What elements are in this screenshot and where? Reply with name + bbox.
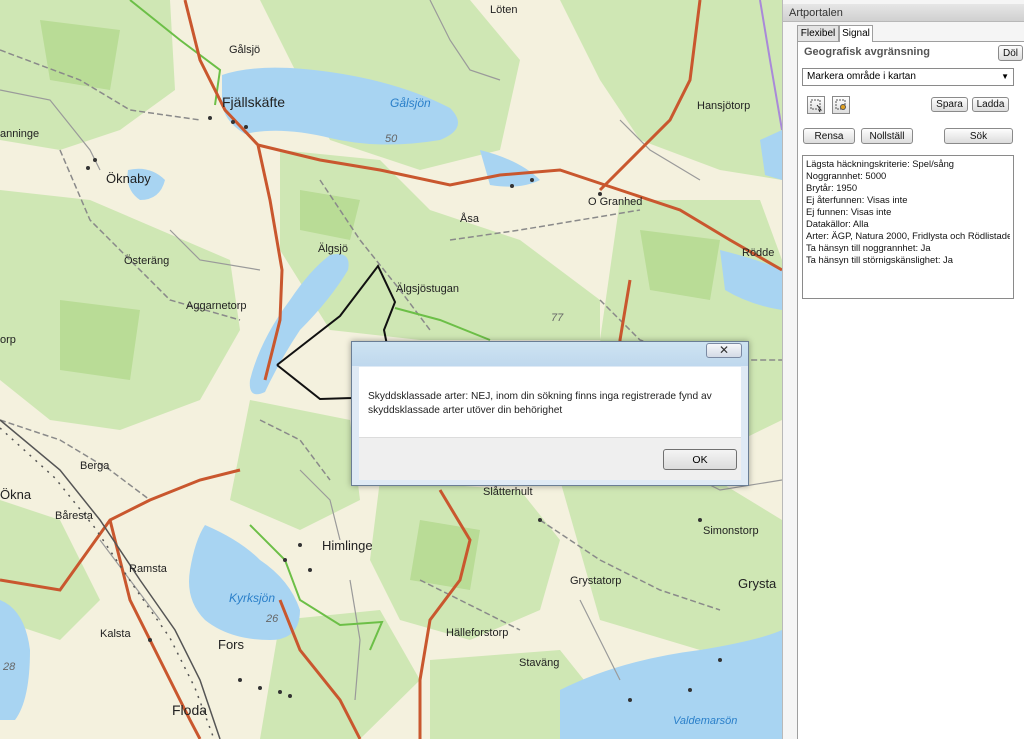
close-button[interactable]: ✕ — [706, 343, 742, 358]
place-label: Åsa — [460, 213, 479, 225]
place-label: Aggarnetorp — [186, 300, 247, 312]
place-label: Älgsjöstugan — [396, 283, 459, 295]
place-label: Valdemarsön — [673, 715, 738, 727]
panel-title: Artportalen — [783, 4, 1024, 22]
place-label: 28 — [3, 661, 16, 673]
criteria-line: Lägsta häckningskriterie: Spel/sång — [806, 158, 955, 169]
criteria-summary: Lägsta häckningskriterie: Spel/sång Noggr… — [802, 155, 1014, 299]
place-label: Kalsta — [100, 628, 131, 640]
place-label: Grystatorp — [570, 575, 622, 587]
place-label: Båresta — [55, 510, 93, 522]
side-panel: Artportalen Flexibel Signal Geografisk a… — [782, 0, 1024, 739]
dialog-message: Skyddsklassade arter: NEJ, inom din sökn… — [368, 391, 712, 416]
place-label: Rödde — [742, 247, 775, 259]
place-label: Hälleforstorp — [446, 627, 509, 639]
edit-polygon-icon — [835, 99, 846, 110]
dialog-footer: OK — [359, 437, 741, 480]
place-label: Berga — [80, 460, 110, 472]
tab-content — [797, 41, 1024, 739]
dialog-titlebar[interactable]: ✕ — [352, 342, 748, 366]
place-label: Gålsjö — [229, 44, 261, 56]
criteria-line: Ej återfunnen: Visas inte — [806, 194, 908, 205]
place-label: Gålsjön — [390, 96, 431, 110]
place-label: Floda — [172, 702, 208, 718]
place-label: Kyrksjön — [229, 591, 276, 605]
place-label: Fjällskäfte — [222, 94, 286, 110]
criteria-line: Ta hänsyn till noggrannhet: Ja — [806, 242, 931, 253]
chevron-down-icon: ▼ — [1001, 72, 1009, 81]
criteria-line: Ta hänsyn till störnigskänslighet: Ja — [806, 254, 953, 265]
load-button[interactable]: Ladda — [972, 97, 1009, 112]
place-label: 77 — [551, 312, 564, 324]
draw-area-button[interactable] — [807, 96, 825, 114]
criteria-line: Noggrannhet: 5000 — [806, 170, 887, 181]
tab-signal[interactable]: Signal — [839, 25, 873, 42]
place-label: Himlinge — [322, 538, 373, 553]
place-label: Ramsta — [129, 563, 167, 575]
save-button[interactable]: Spara — [931, 97, 968, 112]
place-label: Älgsjö — [318, 243, 348, 255]
tab-flexibel[interactable]: Flexibel — [797, 25, 839, 41]
area-select[interactable]: Markera område i kartan ▼ — [802, 68, 1014, 86]
search-button[interactable]: Sök — [944, 128, 1013, 144]
place-label: anninge — [0, 128, 40, 140]
place-label: O Granhed — [588, 196, 643, 208]
criteria-line: Ej funnen: Visas inte — [806, 206, 892, 217]
place-label: Löten — [490, 4, 518, 16]
place-label: Öknaby — [106, 171, 151, 186]
place-label: Fors — [218, 637, 244, 652]
place-label: orp — [0, 334, 16, 346]
reset-button[interactable]: Nollställ — [861, 128, 913, 144]
section-heading: Geografisk avgränsning — [804, 46, 930, 58]
criteria-line: Datakällor: Alla — [806, 218, 869, 229]
place-label: 50 — [385, 133, 398, 145]
ok-button[interactable]: OK — [663, 449, 737, 470]
place-label: Ökna — [0, 487, 32, 502]
criteria-line: Arter: ÄGP, Natura 2000, Fridlysta och R… — [806, 230, 1010, 241]
criteria-line: Brytår: 1950 — [806, 182, 858, 193]
place-label: Grysta — [738, 576, 777, 591]
place-label: Hansjötorp — [697, 100, 751, 112]
draw-polygon-icon — [810, 99, 823, 113]
area-select-value: Markera område i kartan — [807, 71, 916, 82]
dialog-body: Skyddsklassade arter: NEJ, inom din sökn… — [359, 367, 741, 437]
place-label: 26 — [266, 613, 279, 625]
close-icon: ✕ — [718, 343, 730, 357]
edit-area-button[interactable] — [832, 96, 850, 114]
message-dialog: ✕ Skyddsklassade arter: NEJ, inom din sö… — [351, 341, 749, 486]
hide-button[interactable]: Döl — [998, 45, 1023, 61]
clear-button[interactable]: Rensa — [803, 128, 855, 144]
place-label: Simonstorp — [703, 525, 759, 537]
place-label: Österäng — [124, 255, 170, 267]
place-label: Slåtterhult — [483, 486, 533, 498]
place-label: Staväng — [519, 657, 560, 669]
